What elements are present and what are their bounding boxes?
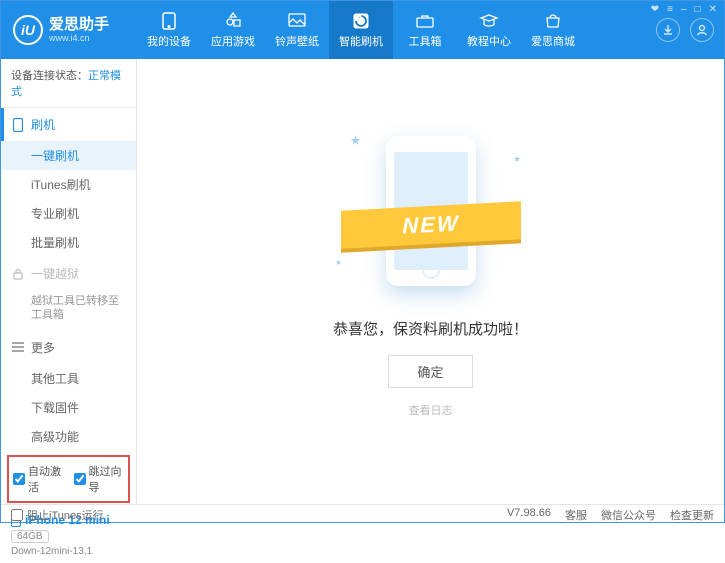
nav-store[interactable]: 爱思商城: [521, 1, 585, 59]
store-icon: [543, 12, 563, 30]
section-title: 更多: [31, 339, 55, 356]
block-itunes-checkbox[interactable]: [11, 509, 23, 521]
device-storage: 64GB: [11, 530, 49, 543]
sidebar-section-more[interactable]: 更多: [1, 331, 136, 364]
header: iU 爱思助手 www.i4.cn 我的设备 应用游戏 铃声壁纸 智能刷机 工具…: [1, 1, 724, 59]
nav-tutorial[interactable]: 教程中心: [457, 1, 521, 59]
section-title: 一键越狱: [31, 265, 79, 282]
checkbox-skip-guide[interactable]: 跳过向导: [74, 463, 125, 495]
jailbreak-note: 越狱工具已转移至工具箱: [1, 290, 136, 331]
wallpaper-icon: [287, 12, 307, 30]
menu-icon: [11, 340, 25, 354]
device-model: Down-12mini-13,1: [11, 546, 126, 557]
wechat-link[interactable]: 微信公众号: [601, 507, 656, 523]
lock-icon: [11, 267, 25, 281]
success-illustration: NEW: [331, 126, 531, 296]
flash-icon: [351, 12, 371, 30]
section-title: 刷机: [31, 116, 55, 133]
view-log-link[interactable]: 查看日志: [409, 402, 453, 418]
nav-label: 智能刷机: [339, 33, 383, 49]
nav-ringtone-wallpaper[interactable]: 铃声壁纸: [265, 1, 329, 59]
close-icon[interactable]: ✕: [709, 4, 717, 15]
feedback-icon[interactable]: ❤: [651, 4, 659, 15]
block-itunes-option[interactable]: 阻止iTunes运行: [11, 507, 104, 523]
sidebar-item-pro-flash[interactable]: 专业刷机: [1, 199, 136, 228]
connection-status: 设备连接状态：正常模式: [1, 59, 136, 108]
sidebar-item-oneclick-flash[interactable]: 一键刷机: [1, 141, 136, 170]
sidebar-item-download-firmware[interactable]: 下载固件: [1, 393, 136, 422]
logo: iU 爱思助手 www.i4.cn: [13, 15, 137, 45]
skip-guide-checkbox[interactable]: [74, 473, 86, 485]
app-name: 爱思助手: [49, 17, 109, 34]
main-nav: 我的设备 应用游戏 铃声壁纸 智能刷机 工具箱 教程中心 爱思商城: [137, 1, 585, 59]
nav-label: 教程中心: [467, 33, 511, 49]
nav-smart-flash[interactable]: 智能刷机: [329, 1, 393, 59]
sidebar: 设备连接状态：正常模式 刷机 一键刷机 iTunes刷机 专业刷机 批量刷机 一…: [1, 59, 137, 504]
sidebar-item-batch-flash[interactable]: 批量刷机: [1, 228, 136, 257]
nav-label: 我的设备: [147, 33, 191, 49]
phone-icon: [11, 118, 25, 132]
new-banner: NEW: [341, 201, 521, 248]
toolbox-icon: [415, 12, 435, 30]
phone-icon: [159, 12, 179, 30]
minimize-icon[interactable]: –: [681, 4, 687, 15]
sidebar-item-other-tools[interactable]: 其他工具: [1, 364, 136, 393]
logo-icon: iU: [13, 15, 43, 45]
main-content: NEW 恭喜您，保资料刷机成功啦！ 确定 查看日志: [137, 59, 724, 504]
download-button[interactable]: [656, 18, 680, 42]
nav-my-device[interactable]: 我的设备: [137, 1, 201, 59]
sidebar-item-advanced[interactable]: 高级功能: [1, 422, 136, 451]
check-update-link[interactable]: 检查更新: [670, 507, 714, 523]
tutorial-icon: [479, 12, 499, 30]
nav-label: 爱思商城: [531, 33, 575, 49]
nav-label: 铃声壁纸: [275, 33, 319, 49]
success-message: 恭喜您，保资料刷机成功啦！: [333, 318, 528, 339]
maximize-icon[interactable]: □: [695, 4, 701, 15]
menu-icon[interactable]: ≡: [667, 4, 673, 15]
nav-label: 应用游戏: [211, 33, 255, 49]
options-highlight-box: 自动激活 跳过向导: [7, 455, 130, 503]
auto-activate-checkbox[interactable]: [13, 473, 25, 485]
conn-label: 设备连接状态：: [11, 70, 88, 82]
support-link[interactable]: 客服: [565, 507, 587, 523]
app-domain: www.i4.cn: [49, 33, 109, 43]
user-button[interactable]: [690, 18, 714, 42]
version-label: V7.98.66: [507, 507, 551, 523]
nav-apps-games[interactable]: 应用游戏: [201, 1, 265, 59]
nav-label: 工具箱: [409, 33, 442, 49]
checkbox-auto-activate[interactable]: 自动激活: [13, 463, 64, 495]
sidebar-section-jailbreak: 一键越狱: [1, 257, 136, 290]
sidebar-section-flash[interactable]: 刷机: [1, 108, 136, 141]
sidebar-item-itunes-flash[interactable]: iTunes刷机: [1, 170, 136, 199]
ok-button[interactable]: 确定: [388, 355, 472, 388]
nav-toolbox[interactable]: 工具箱: [393, 1, 457, 59]
apps-icon: [223, 12, 243, 30]
